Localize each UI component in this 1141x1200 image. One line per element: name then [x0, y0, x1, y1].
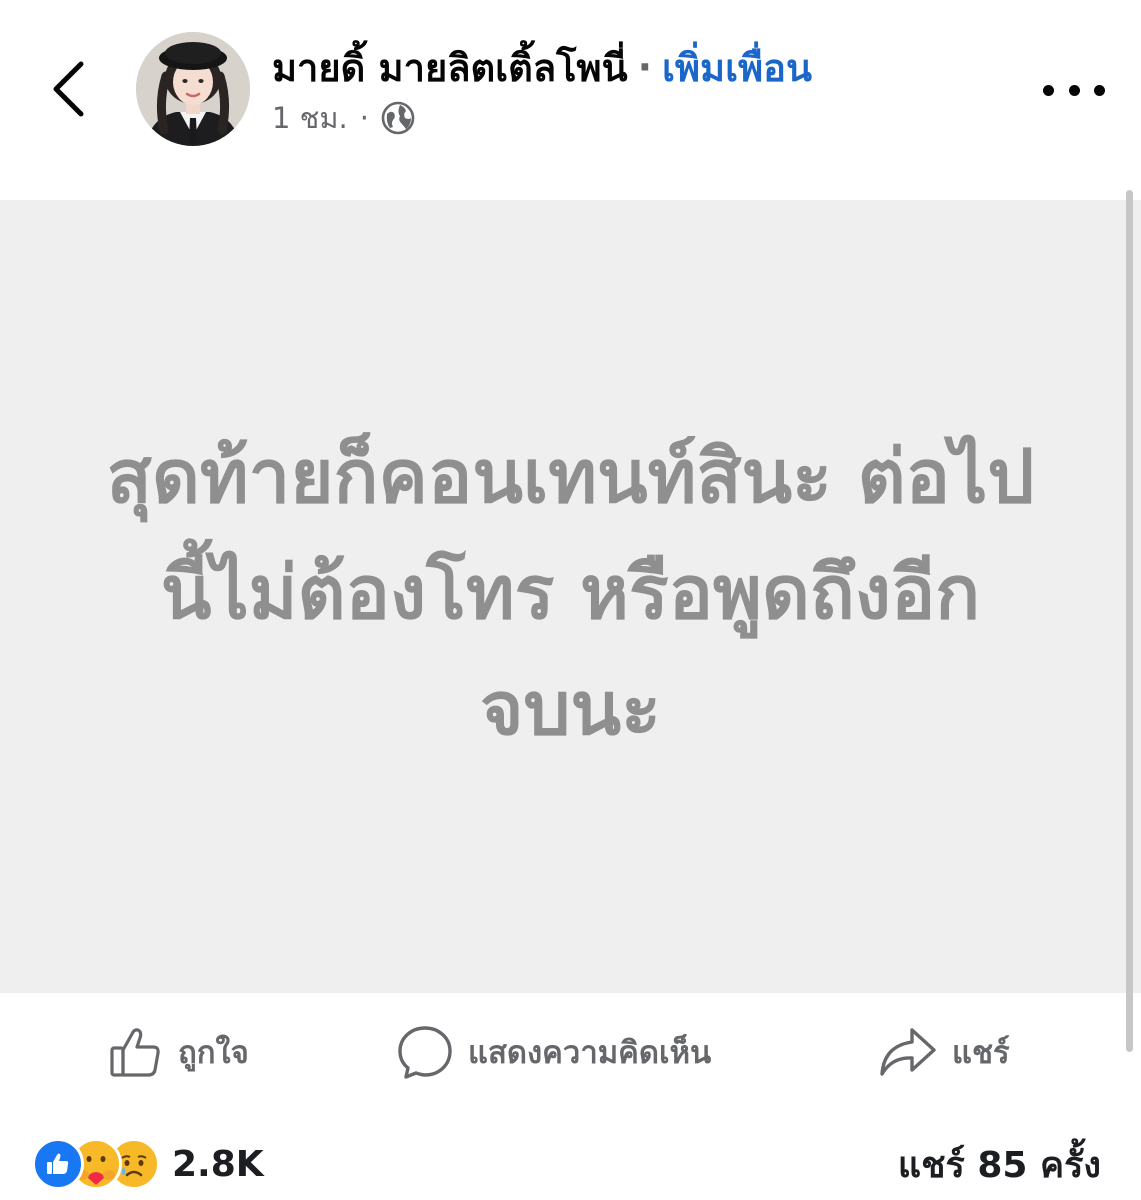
share-label: แชร์ [952, 1035, 1010, 1071]
share-count[interactable]: แชร์ 85 ครั้ง [898, 1138, 1101, 1190]
thumbs-up-icon [110, 1028, 160, 1077]
post-text: สุดท้ายก็คอนเทนท์สินะ ต่อไปนี้ไม่ต้องโทร… [106, 433, 1035, 752]
comment-label: แสดงความคิดเห็น [468, 1035, 712, 1071]
more-options-button[interactable] [1043, 70, 1105, 110]
chevron-left-icon [53, 61, 84, 117]
name-separator: · [637, 45, 653, 89]
avatar[interactable] [136, 32, 250, 146]
comment-bubble-icon [398, 1026, 452, 1079]
share-arrow-icon [880, 1028, 936, 1076]
avatar-image [136, 32, 250, 146]
scrollbar[interactable] [1126, 190, 1133, 1052]
meta-separator: · [359, 101, 369, 135]
comment-button[interactable]: แสดงความคิดเห็น [396, 1010, 711, 1094]
reaction-summary[interactable]: 2.8K [32, 1138, 264, 1190]
like-label: ถูกใจ [178, 1035, 249, 1071]
like-reaction-icon [32, 1138, 84, 1190]
post-content[interactable]: สุดท้ายก็คอนเทนท์สินะ ต่อไปนี้ไม่ต้องโทร… [0, 200, 1141, 993]
action-bar: ถูกใจ แสดงความคิดเห็น แชร์ [0, 1010, 1141, 1094]
post-timestamp[interactable]: 1 ชม. [272, 95, 348, 141]
reaction-count: 2.8K [172, 1143, 264, 1185]
globe-icon [381, 101, 415, 135]
add-friend-link[interactable]: เพิ่มเพื่อน [662, 37, 812, 98]
author-name[interactable]: มายดิ้ มายลิตเติ้ลโพนี่ [272, 37, 628, 98]
like-button[interactable]: ถูกใจ [108, 1010, 249, 1094]
share-button[interactable]: แชร์ [878, 1010, 1010, 1094]
more-horizontal-icon [1043, 84, 1054, 96]
back-button[interactable] [38, 56, 98, 122]
